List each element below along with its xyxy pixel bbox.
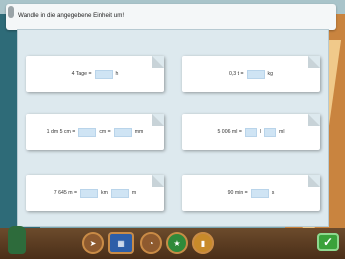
pin-icon: [8, 6, 14, 18]
answer-input[interactable]: [244, 127, 257, 137]
card-unit: h: [115, 71, 119, 77]
answer-input[interactable]: [94, 69, 113, 79]
answer-input[interactable]: [246, 69, 265, 79]
exercise-card-5: 7 645 m = km m: [26, 175, 164, 211]
check-icon: ✓: [322, 235, 334, 249]
card-unit: kg: [267, 71, 274, 77]
grade-icon[interactable]: ★: [166, 232, 188, 254]
card-unit: mm: [134, 129, 144, 135]
exercise-card-2: 0,3 t = kg: [182, 56, 320, 92]
answer-input[interactable]: [78, 127, 97, 137]
ok-button[interactable]: ✓: [317, 233, 339, 251]
clock-icon[interactable]: ◔: [140, 232, 162, 254]
answer-input[interactable]: [264, 127, 277, 137]
exercise-board: 4 Tage = h 0,3 t = kg 1 dm 5 cm = cm = m…: [18, 30, 328, 226]
exercise-card-1: 4 Tage = h: [26, 56, 164, 92]
card-unit: s: [271, 190, 275, 196]
answer-input[interactable]: [250, 188, 269, 198]
potion-bottle-icon: [8, 226, 26, 254]
card-label: 1 dm 5 cm =: [46, 129, 76, 135]
card-unit: l: [259, 129, 262, 135]
exercise-card-6: 90 min = s: [182, 175, 320, 211]
bottom-toolbar: ➤ ▦ ◔ ★ ▮: [0, 228, 345, 259]
card-unit: cm =: [99, 129, 111, 135]
instruction-text: Wandle in die angegebene Einheit um!: [18, 12, 125, 19]
exercise-card-4: 5 006 ml = l ml: [182, 114, 320, 150]
card-unit: ml: [279, 129, 285, 135]
card-label: 4 Tage =: [71, 71, 92, 77]
instruction-bar: Wandle in die angegebene Einheit um!: [6, 4, 336, 30]
calendar-icon[interactable]: ▦: [108, 232, 134, 254]
answer-input[interactable]: [110, 188, 129, 198]
card-label: 90 min =: [227, 190, 248, 196]
card-label: 7 645 m =: [53, 190, 77, 196]
folder-icon[interactable]: ▮: [192, 232, 214, 254]
card-unit: km: [100, 190, 108, 196]
exercise-card-3: 1 dm 5 cm = cm = mm: [26, 114, 164, 150]
answer-input[interactable]: [113, 127, 132, 137]
card-label: 5 006 ml =: [217, 129, 242, 135]
arrow-icon[interactable]: ➤: [82, 232, 104, 254]
card-label: 0,3 t =: [228, 71, 244, 77]
answer-input[interactable]: [79, 188, 98, 198]
card-unit: m: [131, 190, 137, 196]
